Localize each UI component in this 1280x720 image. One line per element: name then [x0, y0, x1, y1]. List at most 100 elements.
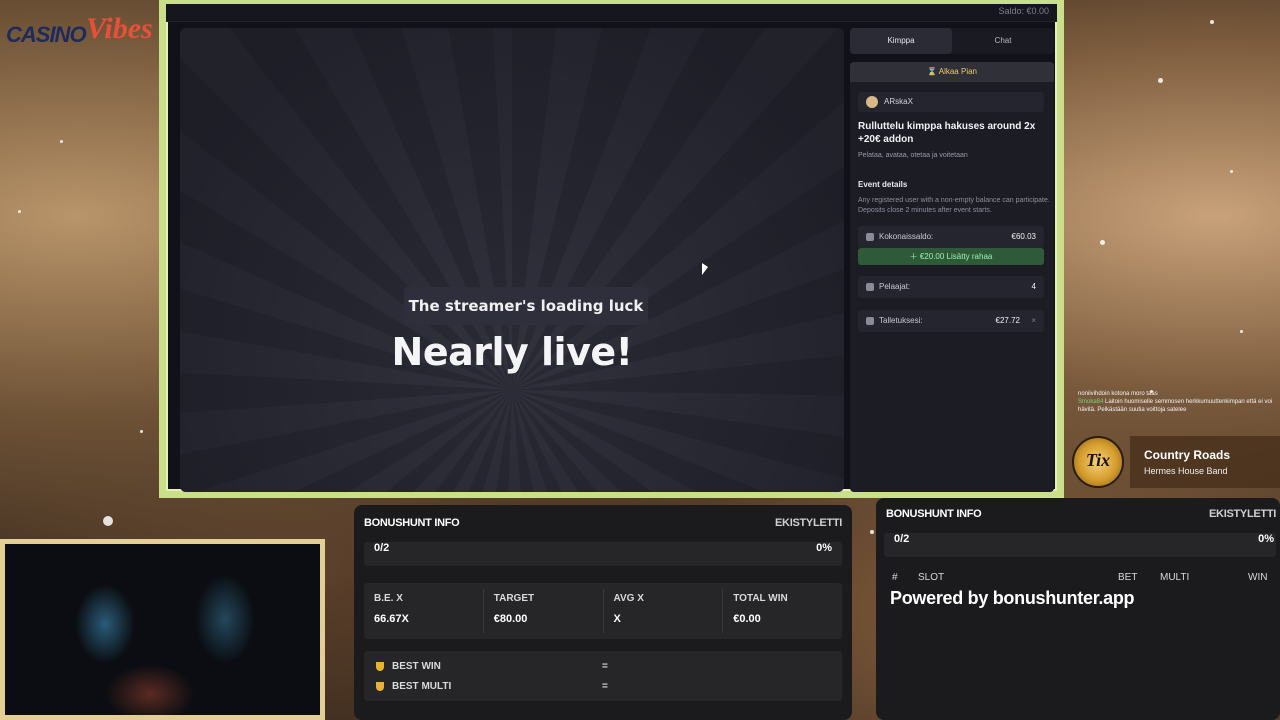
event-panel: ⌛ Alkaa Pian ARskaX Rulluttelu kimppa ha… [850, 62, 1054, 492]
bonushunt-slots-panel: BONUSHUNT INFO EKISTYLETTI 0/2 0% # SLOT… [876, 498, 1280, 720]
bonushunt-title: BONUSHUNT INFO [886, 508, 982, 520]
column-bet: BET [1118, 572, 1138, 583]
casino-vibes-logo: CASINO Vibes [6, 12, 156, 47]
balance-readout: Saldo: €0.00 [998, 6, 1049, 16]
metric-target: TARGET €80.00 [484, 589, 604, 633]
trophy-icon [376, 662, 384, 671]
best-win-row: BEST WIN = [364, 659, 842, 679]
bonushunt-title: BONUSHUNT INFO [364, 517, 460, 529]
sidebar-tabs: Kimppa Chat [850, 28, 1054, 54]
total-balance-row: Kokonaissaldo: €60.03 [858, 226, 1044, 248]
event-details-description: Any registered user with a non-empty bal… [858, 197, 1050, 214]
event-sidebar: Kimppa Chat ⌛ Alkaa Pian ARskaX Rullutte… [850, 28, 1058, 492]
chat-username: Smoka84 [1078, 399, 1104, 405]
star-particle [18, 210, 21, 213]
event-title: Rulluttelu kimppa hakuses around 2x +20€… [858, 121, 1036, 145]
metric-label: TOTAL WIN [733, 593, 788, 604]
site-topbar: Saldo: €0.00 [166, 4, 1057, 22]
bonushunt-streamer: EKISTYLETTI [1209, 508, 1276, 520]
metric-label: TARGET [493, 593, 535, 604]
chat-message-text: noniivihdoin kotona moro taas [1078, 391, 1158, 397]
bonushunt-bests: BEST WIN = BEST MULTI = [364, 651, 842, 701]
deposit-row: Talletuksesi: €27.72 × [858, 310, 1044, 332]
song-artist: Hermes House Band [1144, 466, 1228, 476]
powered-by-label: Powered by bonushunter.app [890, 588, 1135, 608]
song-title: Country Roads [1144, 448, 1231, 462]
best-win-value: = [602, 661, 608, 672]
star-particle [103, 516, 113, 526]
game-vignette [180, 28, 844, 492]
remove-deposit-button[interactable]: × [1031, 310, 1036, 332]
trophy-icon [376, 682, 384, 691]
mouse-cursor-icon [702, 263, 708, 275]
logo-vibes-text: Vibes [86, 12, 153, 45]
stream-chat-overlay: noniivihdoin kotona moro taas Smoka84 La… [1078, 390, 1278, 414]
players-icon [866, 283, 874, 291]
now-playing-widget: Tix Country Roads Hermes House Band [1070, 434, 1280, 488]
metric-total-win: TOTAL WIN €0.00 [723, 589, 842, 633]
deposit-label: Talletuksesi: [879, 316, 923, 325]
metric-label: B.E. X [374, 593, 403, 604]
column-slot: SLOT [918, 572, 945, 583]
bonushunt-progress-count: 0/2 [894, 533, 910, 545]
star-particle [1230, 170, 1233, 173]
tab-chat[interactable]: Chat [952, 28, 1054, 54]
best-multi-row: BEST MULTI = [364, 679, 842, 699]
wallet-icon [866, 233, 874, 241]
logo-casino-text: CASINO [6, 22, 87, 47]
star-particle [1210, 20, 1214, 24]
metric-value: 66.67X [374, 613, 409, 625]
addon-badge: ＋ €20.00 Lisätty rahaa [858, 248, 1044, 265]
bonushunt-progress-count: 0/2 [374, 542, 390, 554]
deposit-value: €27.72 [995, 316, 1020, 325]
music-disc-icon: Tix [1072, 436, 1124, 488]
webcam-light [75, 584, 135, 664]
metric-avg-x: AVG X X [604, 589, 724, 633]
best-multi-value: = [602, 681, 608, 692]
bonushunt-info-panel: BONUSHUNT INFO EKISTYLETTI 0/2 0% B.E. X… [354, 505, 852, 720]
star-particle [1158, 78, 1163, 83]
column-num: # [892, 572, 898, 583]
star-particle [1100, 240, 1105, 245]
event-subtitle: Pelataa, avataa, otetaa ja voitetaan [858, 152, 968, 159]
total-balance-label: Kokonaissaldo: [879, 232, 934, 241]
star-particle [60, 140, 63, 143]
best-multi-label: BEST MULTI [392, 681, 452, 692]
column-multi: MULTI [1160, 572, 1190, 583]
chat-message: noniivihdoin kotona moro taas [1078, 390, 1278, 398]
bonushunt-progress-percent: 0% [816, 542, 832, 554]
webcam-light [195, 574, 255, 664]
star-particle [1240, 330, 1243, 333]
column-win: WIN [1248, 572, 1268, 583]
bonushunt-metrics: B.E. X 66.67X TARGET €80.00 AVG X X TOTA… [364, 583, 842, 639]
event-details-heading: Event details [858, 180, 908, 189]
host-name: ARskaX [884, 97, 913, 106]
card-icon [866, 317, 874, 325]
stream-frame: Saldo: €0.00 The streamer's loading luck… [159, 0, 1064, 498]
bonushunt-progress: 0/2 0% [364, 542, 842, 566]
tab-kimppa[interactable]: Kimppa [850, 28, 952, 54]
disc-badge: Tix [1085, 450, 1111, 470]
chat-message-text: Laitoin huomiselle semmosen herkkumuutte… [1078, 399, 1273, 413]
players-label: Pelaajat: [879, 282, 911, 291]
bonushunt-progress-percent: 0% [1258, 533, 1274, 545]
total-balance-value: €60.03 [1011, 232, 1036, 241]
now-playing-info: Country Roads Hermes House Band [1130, 436, 1280, 488]
webcam-feed [0, 539, 325, 720]
star-particle [140, 430, 143, 433]
best-win-label: BEST WIN [392, 661, 441, 672]
game-area[interactable]: The streamer's loading luck Nearly live! [180, 28, 844, 492]
metric-be-x: B.E. X 66.67X [364, 589, 484, 633]
event-status-header: ⌛ Alkaa Pian [850, 62, 1054, 82]
webcam-light [105, 664, 195, 715]
nearly-live-headline: Nearly live! [391, 330, 633, 374]
chat-message: Smoka84 Laitoin huomiselle semmosen herk… [1078, 398, 1278, 414]
metric-value: €80.00 [493, 613, 528, 625]
bonushunt-progress: 0/2 0% [884, 533, 1276, 557]
bonushunt-streamer: EKISTYLETTI [775, 517, 842, 529]
metric-value: X [613, 613, 621, 625]
star-particle [870, 530, 874, 534]
host-user-chip[interactable]: ARskaX [858, 92, 1044, 112]
players-row: Pelaajat: 4 [858, 276, 1044, 298]
metric-label: AVG X [613, 593, 644, 604]
